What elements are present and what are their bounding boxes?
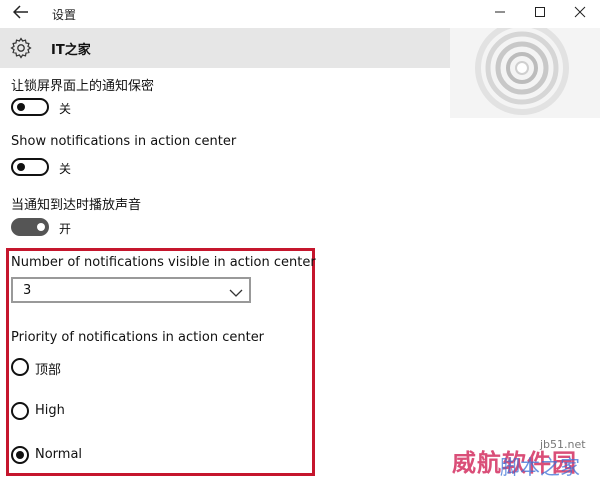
decorative-logo-image [450,28,600,118]
watermark-blue: 脚本之家 [500,455,580,479]
play-sound-toggle[interactable] [11,218,49,236]
visible-count-label: Number of notifications visible in actio… [11,255,316,270]
toggle-knob [17,163,25,171]
priority-label: Priority of notifications in action cent… [11,330,265,345]
dropdown-value: 3 [23,283,32,298]
show-in-action-center-label: Show notifications in action center [11,134,237,149]
lockscreen-private-toggle[interactable] [11,98,49,116]
gear-icon [10,37,32,59]
priority-radio-high[interactable] [11,402,29,420]
priority-option-label: Normal [35,447,83,462]
back-arrow-icon[interactable] [10,4,32,24]
lockscreen-private-state: 关 [59,102,72,116]
toggle-knob [17,103,25,111]
priority-option-label: 顶部 [35,363,62,378]
window-title: 设置 [52,8,77,22]
visible-count-dropdown[interactable]: 3 [11,277,251,303]
toggle-knob [37,223,45,231]
close-button[interactable] [567,3,593,25]
chevron-down-icon [229,284,243,297]
priority-radio-normal[interactable] [11,446,29,464]
lockscreen-private-label: 让锁屏界面上的通知保密 [11,79,155,94]
show-in-action-center-toggle[interactable] [11,158,49,176]
show-in-action-center-state: 关 [59,162,72,176]
priority-radio-top[interactable] [11,358,29,376]
play-sound-state: 开 [59,222,72,236]
window-titlebar: 设置 [0,0,600,28]
maximize-button[interactable] [527,3,553,25]
page-title: IT之家 [51,43,91,58]
minimize-button[interactable] [487,3,513,25]
priority-option-label: High [35,403,65,418]
play-sound-label: 当通知到达时播放声音 [11,198,142,213]
radio-selected-dot [16,451,24,459]
